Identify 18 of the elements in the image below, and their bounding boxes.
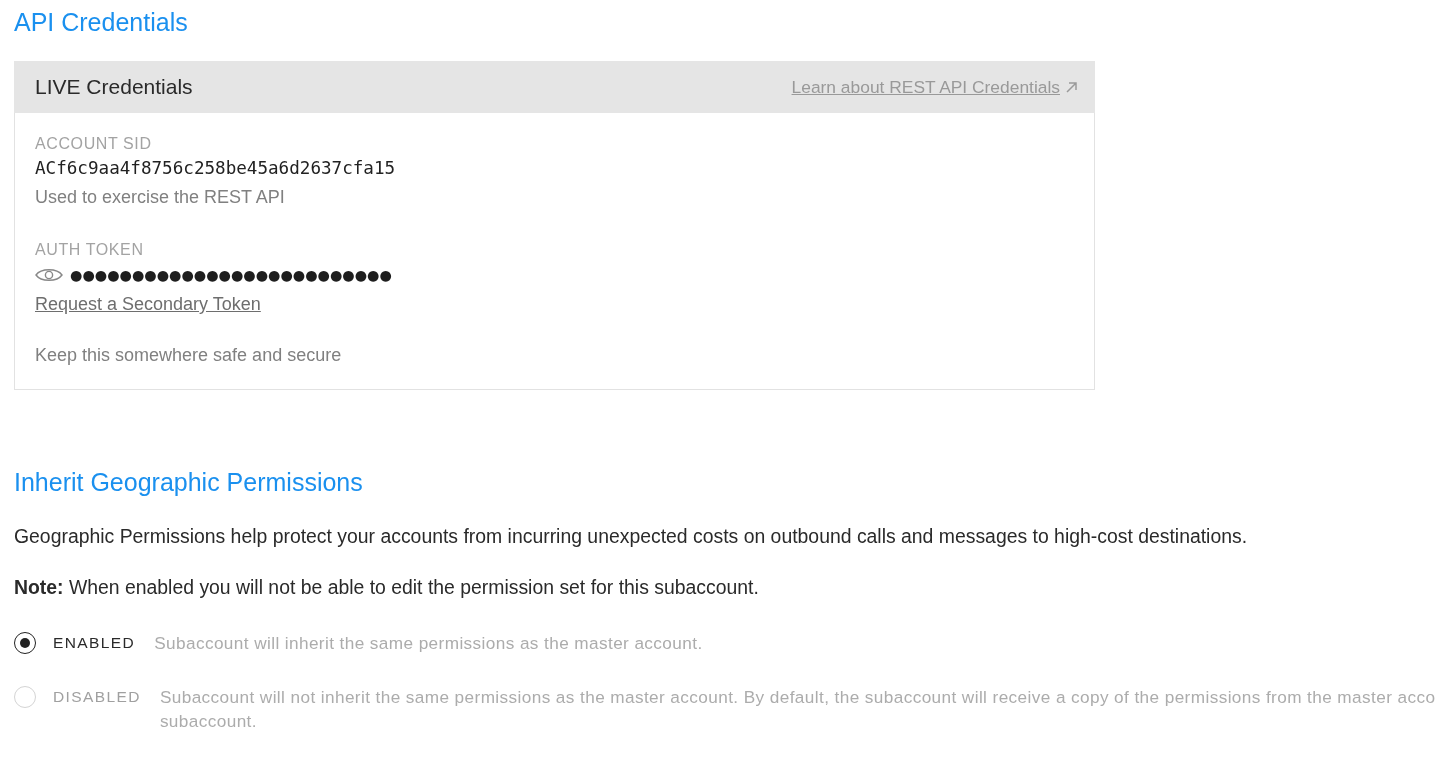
secondary-token-link[interactable]: Request a Secondary Token (35, 290, 261, 318)
external-link-icon (1066, 81, 1077, 93)
masked-token: ●●●●●●●●●●●●●●●●●●●●●●●●●● (70, 267, 392, 283)
description-text: Geographic Permissions help protect your accounts from incurring unexpected costs on outbound calls and messages to high-cost destinations. (14, 524, 1249, 549)
section-title: API Credentials (14, 7, 189, 38)
note-text: Note: When enabled you will not be able to edit the permission set for this subaccount. (14, 575, 760, 600)
card-title: LIVE Credentials (35, 75, 193, 99)
account-sid-value: ACf6c9aa4f8756c258be45a6d2637cfa15 (35, 157, 397, 180)
help-text: Keep this somewhere safe and secure (35, 344, 343, 367)
option-description: Subaccount will inherit the same permissions as the master account. (154, 632, 703, 655)
section-title: Inherit Geographic Permissions (14, 467, 364, 498)
eye-icon[interactable] (35, 267, 63, 283)
option-label[interactable]: ENABLED (53, 632, 136, 654)
field-label: AUTH TOKEN (35, 240, 145, 260)
option-label[interactable]: DISABLED (53, 686, 141, 708)
field-label: ACCOUNT SID (35, 134, 153, 154)
option-description: Subaccount will not inherit the same permissions as the master account. By default, the subaccount will receive a copy of the permissions from the master acco subaccount. (159, 686, 1436, 733)
help-text: Used to exercise the REST API (35, 186, 286, 209)
